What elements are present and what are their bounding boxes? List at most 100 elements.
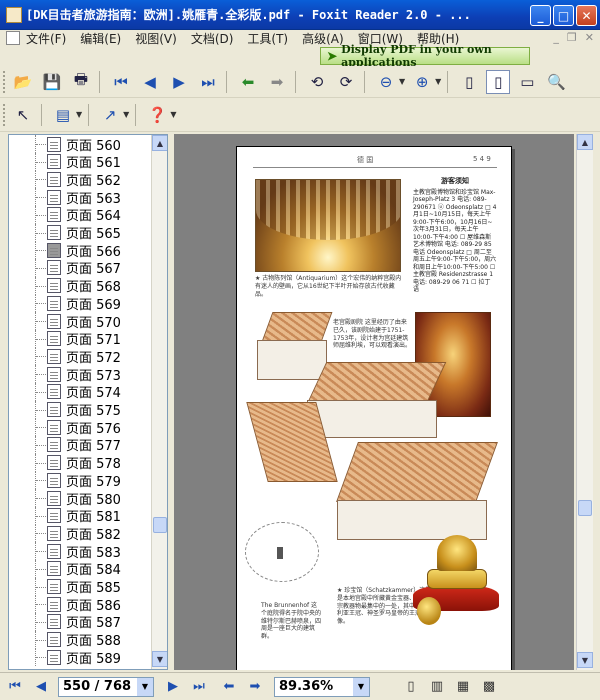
page-dropdown-icon[interactable]: ▼ [137,677,153,696]
status-back-icon[interactable]: ⬅ [218,676,240,698]
last-page-icon[interactable]: ⏭ [196,70,220,94]
scroll-down-icon[interactable]: ▼ [152,651,167,667]
status-forward-icon[interactable]: ➡ [244,676,266,698]
save-icon[interactable]: 💾 [40,70,64,94]
menu-edit[interactable]: 编辑(E) [80,30,121,47]
bookmarks-scrollbar[interactable]: ▲ ▼ [151,135,167,669]
zoom-out-icon[interactable]: ⊖ [374,70,398,94]
find-icon[interactable]: 🔍 [544,70,568,94]
bookmark-item[interactable]: 页面 588 [9,630,121,649]
scroll-up-icon[interactable]: ▲ [152,135,167,151]
menu-tools[interactable]: 工具(T) [247,30,288,47]
continuous-view-icon[interactable]: ▥ [426,676,448,698]
toolbar-grip[interactable] [3,103,6,126]
bookmark-item[interactable]: 页面 572 [9,347,121,366]
annotation-icon[interactable]: ▤ [51,103,75,127]
bookmark-item[interactable]: 页面 589 [9,648,121,667]
bookmark-item[interactable]: 页面 577 [9,435,121,454]
status-last-page-icon[interactable]: ⏭ [188,676,210,698]
bookmark-item[interactable]: 页面 561 [9,152,121,171]
menu-view[interactable]: 视图(V) [135,30,177,47]
status-first-page-icon[interactable]: ⏮ [4,676,26,698]
arrow-tool-icon[interactable]: ↗ [98,103,122,127]
page-icon [47,189,61,205]
status-next-page-icon[interactable]: ▶ [162,676,184,698]
bookmark-item[interactable]: 页面 583 [9,542,121,561]
go-forward-icon[interactable]: ➡ [265,70,289,94]
bookmark-item[interactable]: 页面 586 [9,595,121,614]
single-page-view-icon[interactable]: ▯ [400,676,422,698]
rotate-right-icon[interactable]: ⟳ [334,70,358,94]
doc-minimize-icon[interactable]: _ [553,31,559,44]
bookmark-item[interactable]: 页面 564 [9,205,121,225]
menu-document[interactable]: 文档(D) [191,30,234,47]
bookmark-label: 页面 579 [66,474,121,490]
bookmark-item[interactable]: 页面 573 [9,365,121,384]
bookmark-item[interactable]: 页面 574 [9,382,121,401]
doc-close-icon[interactable]: ✕ [585,31,594,44]
bookmark-item[interactable]: 页面 571 [9,329,121,348]
bookmark-item[interactable]: 页面 579 [9,471,121,490]
document-icon[interactable] [6,31,20,45]
zoom-dropdown-icon[interactable]: ▼ [353,677,369,696]
bookmark-item[interactable]: 页面 580 [9,489,121,508]
page-icon [47,225,61,240]
bookmark-item[interactable]: 页面 568 [9,276,121,295]
scroll-thumb[interactable] [153,517,167,533]
bookmark-item[interactable]: 页面 567 [9,258,121,277]
doc-scroll-up-icon[interactable]: ▲ [577,134,593,150]
zoom-in-icon[interactable]: ⊕ [410,70,434,94]
bookmark-item[interactable]: 页面 566 [9,241,121,260]
bookmark-item[interactable]: 页面 587 [9,612,121,631]
bookmark-item[interactable]: 页面 570 [9,312,121,331]
doc-scroll-down-icon[interactable]: ▼ [577,652,593,668]
help-icon[interactable]: ❓ [145,103,169,127]
toolbar-grip[interactable] [3,70,6,93]
annotation-dropdown-icon[interactable]: ▼ [76,110,82,119]
maximize-button[interactable]: □ [553,5,574,26]
menu-advanced[interactable]: 高级(A) [302,30,344,47]
bookmark-item[interactable]: 页面 585 [9,577,121,596]
document-view[interactable]: 德 国 5 4 9 游客须知 主教宫殿博物馆和珍宝馆 Max-Joseph-Pl… [174,134,574,670]
bookmark-item[interactable]: 页面 576 [9,418,121,437]
continuous-facing-view-icon[interactable]: ▩ [478,676,500,698]
bookmark-label: 页面 564 [66,209,121,225]
doc-scroll-thumb[interactable] [578,500,592,516]
document-scrollbar[interactable]: ▲ ▼ [576,134,593,670]
bookmark-item[interactable]: 页面 562 [9,170,121,189]
bookmark-item[interactable]: 页面 565 [9,223,121,242]
zoom-out-dropdown-icon[interactable]: ▼ [399,77,405,86]
rotate-left-icon[interactable]: ⟲ [305,70,329,94]
open-file-icon[interactable]: 📂 [11,70,35,94]
first-page-icon[interactable]: ⏮ [109,70,133,94]
minimize-button[interactable]: _ [530,5,551,26]
bookmark-item[interactable]: 页面 584 [9,559,121,578]
menu-file[interactable]: 文件(F) [26,30,66,47]
bookmark-item[interactable]: 页面 560 [9,135,121,154]
facing-view-icon[interactable]: ▦ [452,676,474,698]
bookmark-item[interactable]: 页面 582 [9,524,121,543]
page-number-field[interactable]: 550 / 768 ▼ [58,676,154,697]
bookmark-item[interactable]: 页面 569 [9,294,121,313]
arrow-tool-dropdown-icon[interactable]: ▼ [123,110,129,119]
go-back-icon[interactable]: ⬅ [236,70,260,94]
help-dropdown-icon[interactable]: ▼ [170,110,176,119]
previous-page-icon[interactable]: ◀ [138,70,162,94]
bookmark-item[interactable]: 页面 575 [9,400,121,419]
zoom-field[interactable]: 89.36% ▼ [274,676,370,697]
actual-size-icon[interactable]: ▯ [457,70,481,94]
fit-width-icon[interactable]: ▭ [515,70,539,94]
print-icon[interactable]: 🖶 [69,70,93,94]
foxit-app-icon[interactable] [6,6,22,23]
bookmark-item[interactable]: 页面 581 [9,506,121,525]
select-cursor-icon[interactable]: ↖ [11,103,35,127]
next-page-icon[interactable]: ▶ [167,70,191,94]
doc-restore-icon[interactable]: ❐ [567,31,577,44]
bookmark-item[interactable]: 页面 578 [9,453,121,472]
bookmark-item[interactable]: 页面 563 [9,188,121,207]
sdk-ad-banner[interactable]: ➤ Display PDF in your own applications [320,43,530,69]
zoom-in-dropdown-icon[interactable]: ▼ [435,77,441,86]
close-button[interactable]: ✕ [576,5,597,26]
fit-page-icon[interactable]: ▯ [486,69,511,94]
status-previous-page-icon[interactable]: ◀ [30,676,52,698]
